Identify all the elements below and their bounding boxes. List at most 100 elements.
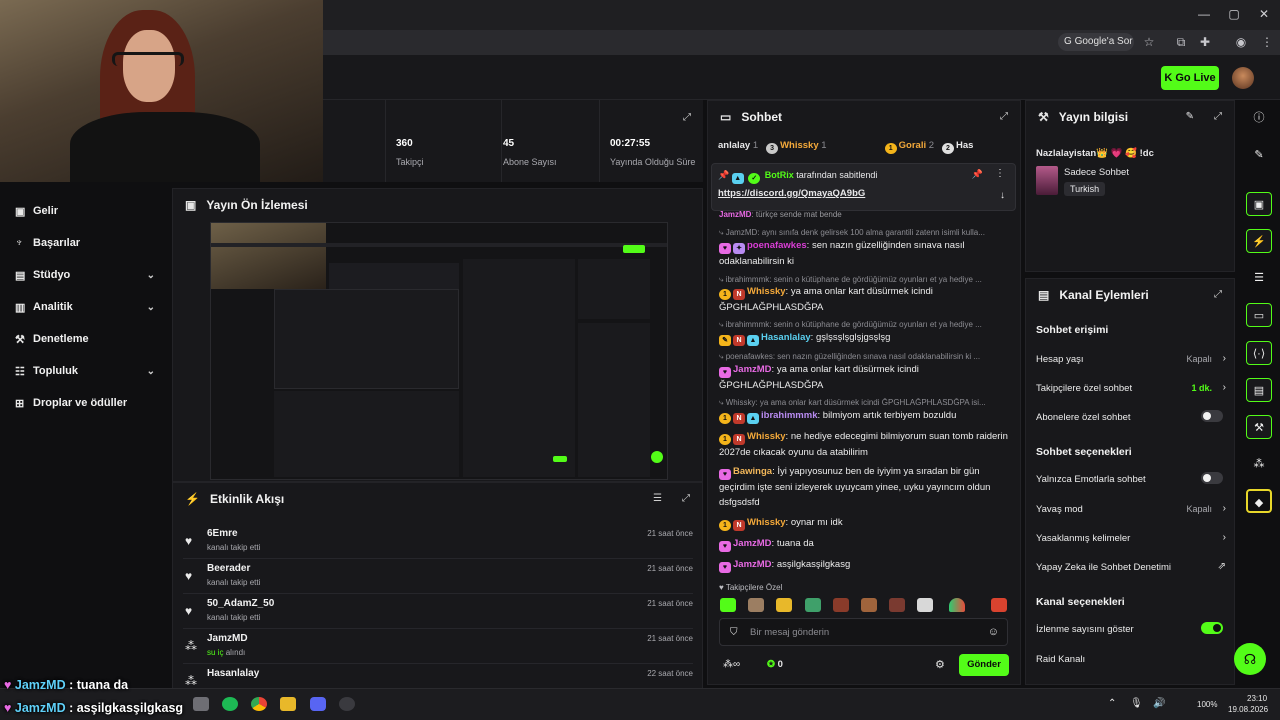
show-viewers-toggle[interactable] [1201, 622, 1223, 634]
chat-message: ♥ JamzMD: asşilgkasşilgkasg [719, 557, 1011, 573]
emote-3[interactable] [776, 598, 792, 612]
emote-6[interactable] [861, 598, 877, 612]
browser-menu-icon[interactable]: ⋮ [1258, 34, 1276, 50]
expand-icon[interactable]: ⤢ [1214, 289, 1222, 300]
preview-nested [274, 289, 459, 389]
emote-4[interactable] [805, 598, 821, 612]
unpin-icon[interactable]: 📌 [972, 169, 983, 180]
sidebar-item-topluluk[interactable]: ☷ Topluluk ⌄ [15, 361, 165, 381]
chevron-right-icon: › [1222, 353, 1226, 364]
emote-9[interactable] [949, 598, 965, 612]
support-fab-button[interactable]: ☊ [1234, 643, 1266, 675]
channel-actions-icon[interactable]: ▤ [1246, 378, 1272, 402]
chat-toggle-icon[interactable]: ▭ [1246, 303, 1272, 327]
filter-icon[interactable]: ☰ [653, 493, 662, 504]
community-icon[interactable]: ⁂ [1246, 452, 1272, 476]
more-options-icon[interactable]: ⋮ [995, 168, 1005, 179]
chat-input[interactable]: ⛉ Bir mesaj gönderin ☺ [719, 618, 1008, 646]
taskbar-app-icon[interactable] [193, 697, 209, 711]
info-icon[interactable]: ⓘ [1246, 106, 1272, 130]
sidebar-item-droplar[interactable]: ⊞ Droplar ve ödüller [15, 393, 165, 413]
emote-8[interactable] [917, 598, 933, 612]
kick-points[interactable]: ✪ 0 [767, 659, 783, 670]
sidebar-item-analitik[interactable]: ▥ Analitik ⌄ [15, 297, 165, 317]
wrench-icon[interactable]: ⚒ [1246, 415, 1272, 439]
emote-only-toggle[interactable] [1201, 472, 1223, 484]
chat-message: 1 N Whissky: oynar mı idk [719, 515, 1011, 531]
list-item: ♥ Beerader kanalı takip etti 21 saat önc… [183, 560, 693, 594]
preview-webcam [211, 223, 326, 289]
volume-icon[interactable]: 🔊 [1153, 698, 1165, 709]
discord-icon[interactable] [310, 697, 326, 711]
emote-10[interactable] [991, 598, 1007, 612]
emoji-icon[interactable]: ☺ [988, 626, 999, 638]
divider [501, 100, 502, 182]
emote-5[interactable] [833, 598, 849, 612]
divider [599, 100, 600, 182]
cast-icon[interactable]: ⧉ [1172, 34, 1190, 50]
emote-7[interactable] [889, 598, 905, 612]
category-name[interactable]: Sadece Sohbet [1064, 167, 1129, 178]
pinned-message[interactable]: 📌 ▲ ✓ BotRix tarafından sabitlendi https… [711, 163, 1016, 211]
clock-time[interactable]: 23:10 [1247, 694, 1267, 703]
lightning-icon[interactable]: ⚡ [1246, 229, 1272, 253]
chat-message: ♥ JamzMD: ya ama onlar kart düsürmek icin… [719, 364, 919, 391]
embed-icon[interactable]: ⟨·⟩ [1246, 341, 1272, 365]
emote-1[interactable] [720, 598, 736, 612]
row-ai-moderation[interactable]: Yapay Zeka ile Sohbet Denetimi ⇗ [1036, 561, 1226, 573]
extensions-icon[interactable]: ✚ [1196, 34, 1214, 50]
mic-icon[interactable]: 🎙 [1130, 698, 1143, 709]
tray-chevron-icon[interactable]: ⌃ [1108, 698, 1116, 709]
minimize-button[interactable]: — [1194, 6, 1214, 22]
bot-badge-icon: ▲ [731, 173, 744, 184]
expand-icon[interactable]: ⤢ [1214, 111, 1222, 122]
google-sor-button[interactable]: G Google'a Sor [1058, 33, 1134, 51]
mod-shield-icon[interactable]: ◆ [1246, 489, 1272, 513]
sidebar-item-denetleme[interactable]: ⚒ Denetleme [15, 329, 165, 349]
pencil-icon[interactable]: ✎ [1246, 143, 1272, 167]
user-avatar[interactable] [1232, 67, 1254, 89]
section-channel-options: Kanal seçenekleri [1036, 596, 1125, 608]
go-live-button[interactable]: K Go Live [1161, 66, 1219, 90]
verified-icon: ✓ [748, 173, 761, 184]
sidebar-item-basarilar[interactable]: ♆ Başarılar [15, 233, 165, 253]
subscribers-only-toggle[interactable] [1201, 410, 1223, 422]
profile-icon[interactable]: ◉ [1232, 34, 1250, 50]
row-raid-channel[interactable]: Raid Kanalı [1036, 654, 1226, 665]
chevron-right-icon: › [1222, 382, 1226, 393]
list-icon[interactable]: ☰ [1246, 266, 1272, 290]
chat-icon: ▭ [720, 110, 732, 124]
row-banned-words[interactable]: Yasaklanmış kelimeler › [1036, 532, 1226, 544]
pinned-link[interactable]: https://discord.gg/QmayaQA9bG [718, 188, 865, 199]
expand-icon[interactable]: ⤢ [1000, 111, 1008, 122]
stream-preview-video[interactable] [210, 222, 668, 480]
restore-button[interactable]: ▢ [1224, 6, 1244, 22]
webcam-headset [112, 52, 184, 66]
preview-icon: ▣ [185, 198, 197, 212]
row-account-age[interactable]: Hesap yaşı Kapalı › [1036, 353, 1226, 365]
edit-icon[interactable]: ✎ [1186, 111, 1194, 122]
file-explorer-icon[interactable] [280, 697, 296, 711]
preview-header [211, 243, 667, 247]
row-slow-mode[interactable]: Yavaş mod Kapalı › [1036, 503, 1226, 515]
obs-icon[interactable] [339, 697, 355, 711]
clock-date[interactable]: 19.08.2026 [1228, 705, 1268, 714]
battery-level[interactable]: 100% [1197, 700, 1217, 709]
emote-2[interactable] [748, 598, 764, 612]
send-button[interactable]: Gönder [959, 654, 1009, 676]
sidebar-item-gelir[interactable]: ▣ Gelir [15, 201, 165, 221]
row-followers-only[interactable]: Takipçilere özel sohbet 1 dk. › [1036, 382, 1226, 394]
expand-icon[interactable]: ⤢ [682, 493, 690, 504]
list-item: ⁂ JamzMD su iç alındı 21 saat önce [183, 630, 693, 664]
chrome-icon[interactable] [251, 697, 267, 711]
gifter-badge-icon: ✦ [733, 243, 745, 254]
gear-icon[interactable]: ⚙ [935, 658, 945, 671]
bookmark-star-icon[interactable]: ☆ [1140, 34, 1158, 50]
sidebar-item-studyo[interactable]: ▤ Stüdyo ⌄ [15, 265, 165, 285]
points-infinity-icon[interactable]: ⁂∞ [723, 659, 740, 670]
close-button[interactable]: ✕ [1254, 6, 1274, 22]
stream-preview-toggle-icon[interactable]: ▣ [1246, 192, 1272, 216]
spotify-icon[interactable] [222, 697, 238, 711]
expand-icon[interactable]: ⤢ [683, 112, 691, 123]
expand-down-icon[interactable]: ↓ [1000, 190, 1005, 201]
